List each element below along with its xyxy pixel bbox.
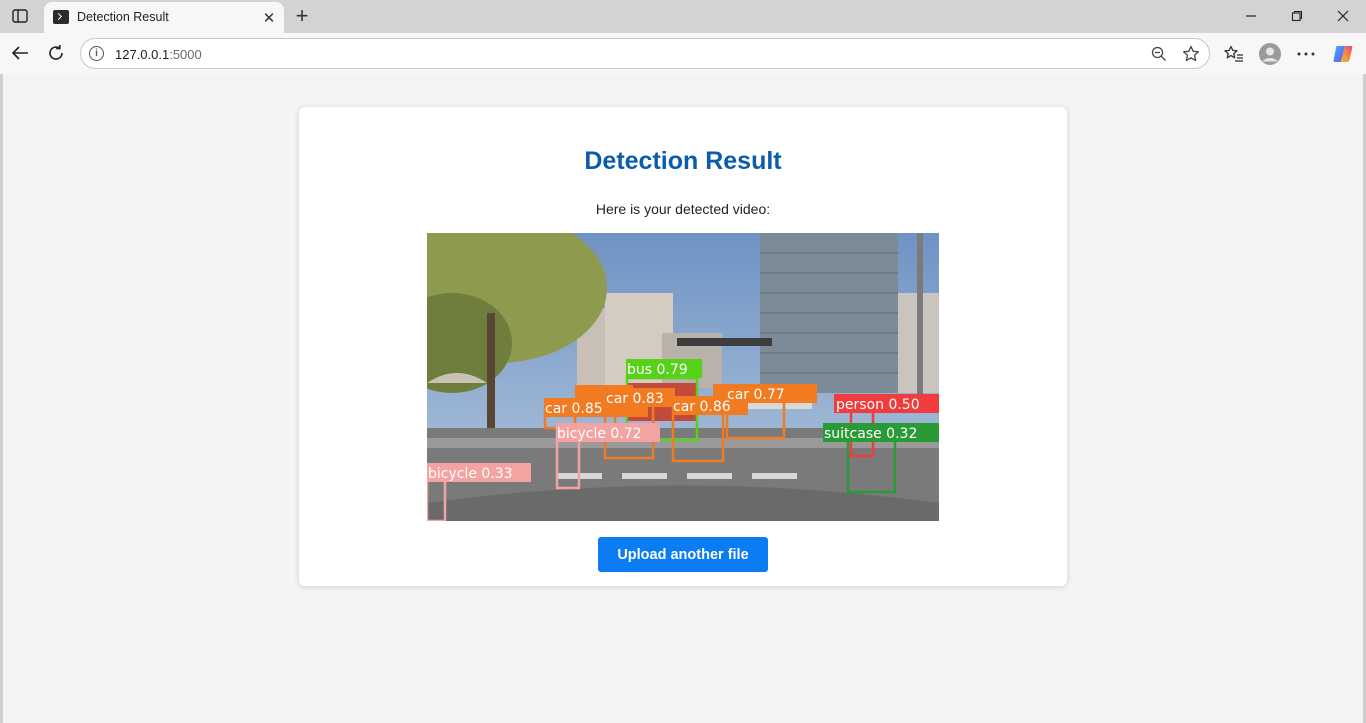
new-tab-icon[interactable]: + xyxy=(290,3,314,28)
canopy xyxy=(677,338,772,346)
detected-video[interactable]: bus 0.79 car 0.83 car 0.86 car 0.77 car … xyxy=(427,233,939,521)
page-title: Detection Result xyxy=(584,147,782,175)
tree-trunk xyxy=(487,313,495,433)
favorite-star-icon[interactable] xyxy=(1181,44,1201,64)
detection-label: bicycle 0.72 xyxy=(557,426,642,442)
sidebar-toggle-icon[interactable] xyxy=(8,5,32,27)
terminal-favicon-icon xyxy=(53,10,69,24)
back-icon[interactable] xyxy=(7,40,33,66)
detection-label: suitcase 0.32 xyxy=(824,426,917,442)
close-tab-icon[interactable]: ✕ xyxy=(260,9,278,27)
browser-tab[interactable]: Detection Result ✕ xyxy=(44,2,284,33)
url-port: :5000 xyxy=(169,47,202,62)
result-card: Detection Result Here is your detected v… xyxy=(299,107,1067,586)
restore-icon[interactable] xyxy=(1279,5,1315,27)
reload-icon[interactable] xyxy=(43,40,69,66)
detection-label: car 0.77 xyxy=(727,387,785,403)
detection-label: person 0.50 xyxy=(836,397,920,413)
profile-avatar-icon[interactable] xyxy=(1256,40,1284,68)
video-frame: bus 0.79 car 0.83 car 0.86 car 0.77 car … xyxy=(427,233,939,521)
more-options-icon[interactable] xyxy=(1292,40,1320,68)
detection-label: car 0.85 xyxy=(545,401,603,417)
detection-label: bus 0.79 xyxy=(627,362,688,378)
lamp-pole xyxy=(917,233,923,413)
copilot-icon[interactable] xyxy=(1329,40,1357,68)
minimize-icon[interactable] xyxy=(1233,5,1269,27)
tab-strip: Detection Result ✕ + xyxy=(0,0,1366,33)
detection-label: car 0.83 xyxy=(606,391,664,407)
favorites-list-icon[interactable] xyxy=(1220,40,1248,68)
url-host: 127.0.0.1 xyxy=(115,47,170,62)
url-text: 127.0.0.1:5000 xyxy=(115,47,202,62)
zoom-out-icon[interactable] xyxy=(1149,44,1169,64)
upload-another-file-button[interactable]: Upload another file xyxy=(598,537,768,572)
detection-label: car 0.86 xyxy=(673,399,731,415)
detection-label: bicycle 0.33 xyxy=(428,466,513,482)
tab-title: Detection Result xyxy=(77,10,169,24)
page-subtitle: Here is your detected video: xyxy=(595,201,771,217)
page-viewport: Detection Result Here is your detected v… xyxy=(3,74,1363,723)
site-info-icon[interactable]: i xyxy=(89,46,104,61)
browser-toolbar: i 127.0.0.1:5000 xyxy=(0,33,1366,74)
close-window-icon[interactable] xyxy=(1325,5,1361,27)
address-bar[interactable]: i 127.0.0.1:5000 xyxy=(80,38,1210,69)
